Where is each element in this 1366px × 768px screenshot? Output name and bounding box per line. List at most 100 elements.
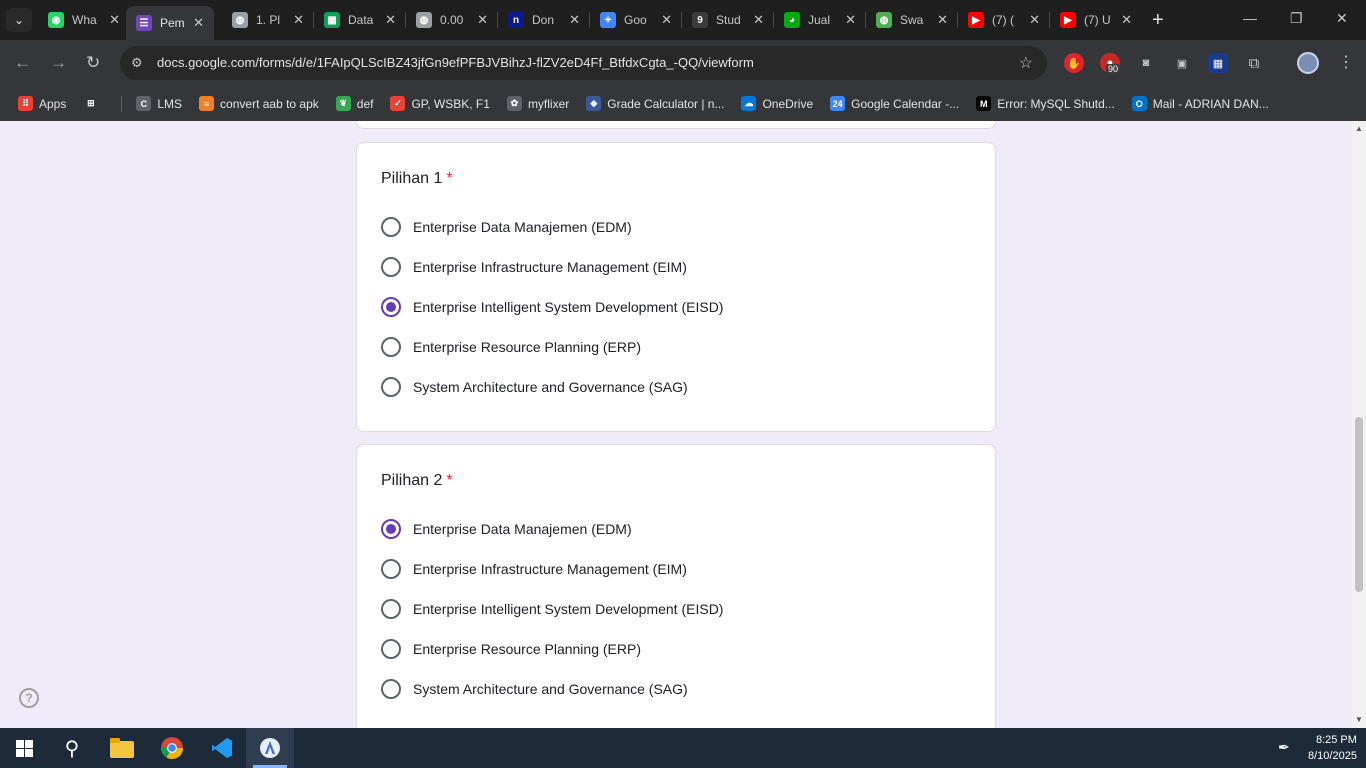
vscode-icon[interactable] <box>208 735 236 761</box>
address-bar[interactable]: ⚙ docs.google.com/forms/d/e/1FAIpQLScIBZ… <box>120 46 1047 80</box>
radio-option[interactable]: Enterprise Resource Planning (ERP) <box>381 638 641 660</box>
radio-button[interactable] <box>381 337 401 357</box>
option-label[interactable]: System Architecture and Governance (SAG) <box>413 681 688 697</box>
scroll-up-arrow-icon[interactable]: ▲ <box>1355 124 1363 133</box>
close-tab-icon[interactable]: ✕ <box>109 12 120 28</box>
close-tab-icon[interactable]: ✕ <box>661 12 672 28</box>
minimize-icon[interactable]: — <box>1243 10 1257 26</box>
close-tab-icon[interactable]: ✕ <box>1029 12 1040 28</box>
browser-menu-icon[interactable]: ⋮ <box>1338 52 1354 72</box>
windows-start-icon[interactable] <box>10 735 38 761</box>
search-icon[interactable]: ⚲ <box>58 735 86 761</box>
tab-search-button[interactable]: ⌄ <box>6 8 32 32</box>
radio-option[interactable]: Enterprise Data Manajemen (EDM) <box>381 216 632 238</box>
radio-option[interactable]: Enterprise Infrastructure Management (EI… <box>381 256 687 278</box>
close-tab-icon[interactable]: ✕ <box>753 12 764 28</box>
radio-option[interactable]: System Architecture and Governance (SAG) <box>381 678 688 700</box>
reload-button[interactable]: ↻ <box>86 53 100 73</box>
browser-tab[interactable]: ◍ 1. Pl ✕ <box>222 6 314 34</box>
radio-button[interactable] <box>381 257 401 277</box>
extensions-puzzle-icon[interactable]: ⧉ <box>1244 53 1264 73</box>
forward-button[interactable]: → <box>50 53 67 73</box>
site-settings-icon[interactable]: ⚙ <box>131 55 143 71</box>
radio-button[interactable] <box>381 679 401 699</box>
radio-button[interactable] <box>381 297 401 317</box>
bookmark-item[interactable]: ◈ Grade Calculator | n... <box>586 96 724 111</box>
browser-tab[interactable]: ▶ (7) (✕ <box>958 6 1050 34</box>
bookmark-item[interactable]: ✓ GP, WSBK, F1 <box>390 96 490 111</box>
option-label[interactable]: Enterprise Intelligent System Developmen… <box>413 299 723 315</box>
close-tab-icon[interactable]: ✕ <box>937 12 948 28</box>
scroll-down-arrow-icon[interactable]: ▼ <box>1355 715 1363 724</box>
profile-avatar[interactable] <box>1297 52 1319 74</box>
browser-tab[interactable]: ▦ Data ✕ <box>314 6 406 34</box>
option-label[interactable]: Enterprise Infrastructure Management (EI… <box>413 259 687 275</box>
radio-button[interactable] <box>381 599 401 619</box>
option-label[interactable]: Enterprise Intelligent System Developmen… <box>413 601 723 617</box>
restore-icon[interactable]: ❐ <box>1290 10 1303 27</box>
close-window-icon[interactable]: ✕ <box>1336 10 1348 27</box>
chrome-icon[interactable] <box>158 735 186 761</box>
bookmark-item[interactable]: C LMS <box>136 96 182 111</box>
bookmark-star-icon[interactable]: ☆ <box>1019 53 1033 73</box>
scrollbar-thumb[interactable] <box>1355 417 1363 592</box>
radio-option[interactable]: Enterprise Data Manajemen (EDM) <box>381 518 632 540</box>
close-tab-icon[interactable]: ✕ <box>385 12 396 28</box>
option-label[interactable]: Enterprise Resource Planning (ERP) <box>413 641 641 657</box>
browser-tab[interactable]: ◍ Swa ✕ <box>866 6 958 34</box>
browser-tab[interactable]: ◉ Wha ✕ <box>38 6 130 34</box>
help-icon[interactable]: ? <box>19 688 39 708</box>
bookmark-item[interactable]: ☁ OneDrive <box>741 96 813 111</box>
browser-tab[interactable]: ✦ Goo ✕ <box>590 6 682 34</box>
browser-tab[interactable]: 9 Stud ✕ <box>682 6 774 34</box>
close-tab-icon[interactable]: ✕ <box>477 12 488 28</box>
bookmark-item[interactable]: M Error: MySQL Shutd... <box>976 96 1115 111</box>
file-explorer-icon[interactable] <box>108 735 136 761</box>
bookmark-item[interactable]: ✿ myflixer <box>506 96 569 111</box>
option-label[interactable]: System Architecture and Governance (SAG) <box>413 379 688 395</box>
close-tab-icon[interactable]: ✕ <box>569 12 580 28</box>
url-text[interactable]: docs.google.com/forms/d/e/1FAIpQLScIBZ43… <box>157 55 754 70</box>
radio-option[interactable]: Enterprise Intelligent System Developmen… <box>381 598 723 620</box>
radio-option[interactable]: Enterprise Intelligent System Developmen… <box>381 296 723 318</box>
browser-tab[interactable]: ◕ Jual ✕ <box>774 6 866 34</box>
grid-extension-icon[interactable]: ▦ <box>1208 53 1228 73</box>
bookmark-item[interactable]: ❦ def <box>335 96 373 111</box>
radio-button[interactable] <box>381 559 401 579</box>
browser-tab[interactable]: ▶ (7) U ✕ <box>1050 6 1142 34</box>
radio-button[interactable] <box>381 519 401 539</box>
option-label[interactable]: Enterprise Data Manajemen (EDM) <box>413 521 632 537</box>
option-label[interactable]: Enterprise Resource Planning (ERP) <box>413 339 641 355</box>
radio-option[interactable]: System Architecture and Governance (SAG) <box>381 376 688 398</box>
bookmark-item[interactable]: 24 Google Calendar -... <box>830 96 959 111</box>
bookmark-item[interactable]: ≡ convert aab to apk <box>199 96 319 111</box>
radio-option[interactable]: Enterprise Resource Planning (ERP) <box>381 336 641 358</box>
option-label[interactable]: Enterprise Data Manajemen (EDM) <box>413 219 632 235</box>
close-tab-icon[interactable]: ✕ <box>193 15 204 31</box>
bookmark-item[interactable]: ⊞ <box>83 96 104 111</box>
new-tab-button[interactable]: + <box>1152 10 1164 30</box>
close-tab-icon[interactable]: ✕ <box>845 12 856 28</box>
camera-extension-icon[interactable]: ◙ <box>1136 53 1156 73</box>
bookmark-item[interactable]: ⠿ Apps <box>18 96 66 111</box>
browser-tab[interactable]: ☰ Pem ✕ <box>126 6 214 40</box>
back-button[interactable]: ← <box>14 53 31 73</box>
close-tab-icon[interactable]: ✕ <box>1121 12 1132 28</box>
bookmark-label: Google Calendar -... <box>851 96 960 111</box>
android-studio-icon[interactable] <box>256 735 284 761</box>
adblock-extension-icon[interactable]: ✋ <box>1064 53 1084 73</box>
close-tab-icon[interactable]: ✕ <box>293 12 304 28</box>
browser-tab[interactable]: ◍ 0.00 ✕ <box>406 6 498 34</box>
browser-tab[interactable]: n Don ✕ <box>498 6 590 34</box>
radio-button[interactable] <box>381 639 401 659</box>
bookmark-item[interactable]: O Mail - ADRIAN DAN... <box>1131 96 1269 111</box>
radio-button[interactable] <box>381 377 401 397</box>
page-scrollbar[interactable]: ▲ ▼ <box>1352 121 1366 728</box>
radio-option[interactable]: Enterprise Infrastructure Management (EI… <box>381 558 687 580</box>
pen-input-icon[interactable]: ✒ <box>1278 739 1290 756</box>
option-label[interactable]: Enterprise Infrastructure Management (EI… <box>413 561 687 577</box>
tab-manager-extension-icon[interactable]: ▣ <box>1172 53 1192 73</box>
radio-button[interactable] <box>381 217 401 237</box>
onedrive-icon: ☁ <box>741 96 757 111</box>
system-clock[interactable]: 8:25 PM 8/10/2025 <box>1308 732 1357 764</box>
